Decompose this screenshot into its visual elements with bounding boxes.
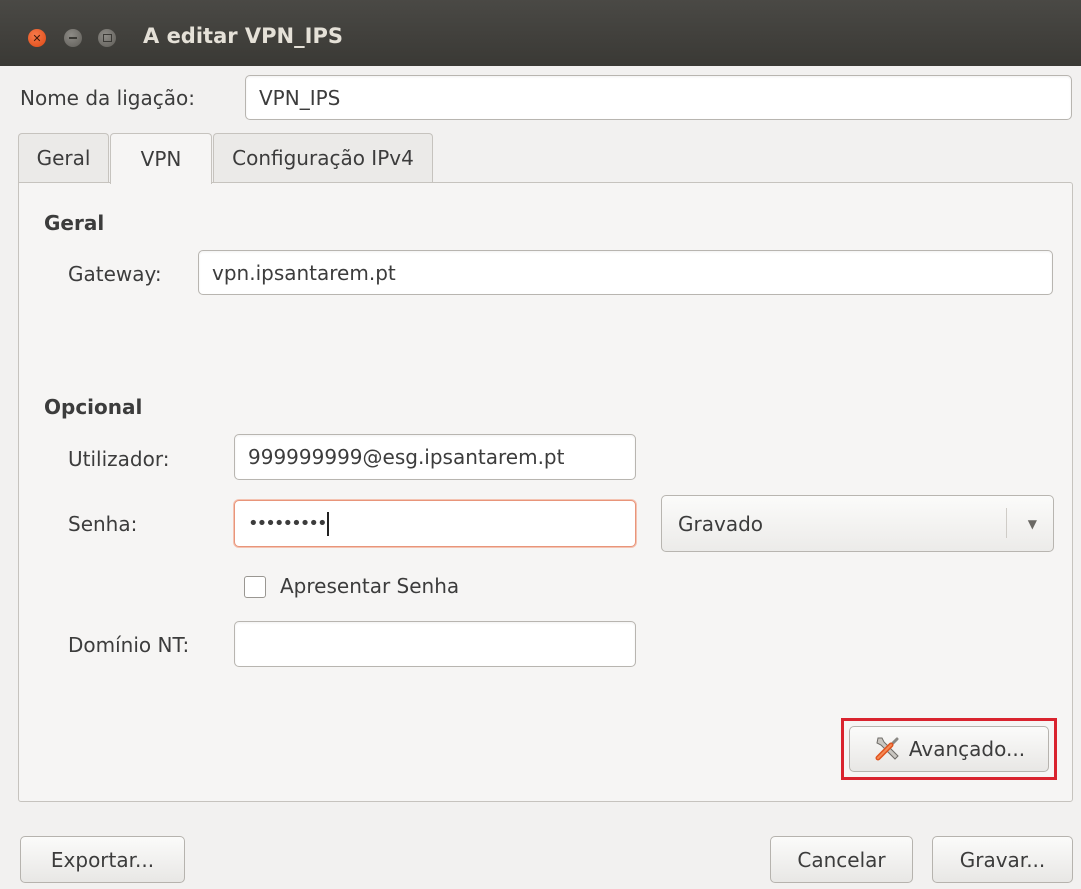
tab-geral[interactable]: Geral xyxy=(18,133,109,182)
connection-name-label: Nome da ligação: xyxy=(20,86,195,110)
connection-name-input[interactable]: VPN_IPS xyxy=(245,75,1072,120)
tab-ipv4-settings[interactable]: Configuração IPv4 xyxy=(213,133,433,182)
username-label: Utilizador: xyxy=(68,447,170,471)
general-heading: Geral xyxy=(44,211,105,235)
password-value: ••••••••• xyxy=(248,513,328,534)
minimize-icon xyxy=(69,37,77,39)
advanced-button[interactable]: Avançado... xyxy=(849,726,1049,772)
title-bar: ✕ A editar VPN_IPS xyxy=(0,0,1081,66)
close-icon: ✕ xyxy=(32,31,42,45)
tab-vpn[interactable]: VPN xyxy=(110,133,212,184)
nt-domain-label: Domínio NT: xyxy=(68,633,190,657)
gateway-value: vpn.ipsantarem.pt xyxy=(212,260,396,285)
text-caret xyxy=(326,511,329,536)
gateway-input[interactable]: vpn.ipsantarem.pt xyxy=(198,250,1053,295)
password-storage-value: Gravado xyxy=(678,511,763,536)
show-password-label[interactable]: Apresentar Senha xyxy=(280,574,459,598)
password-storage-dropdown[interactable]: Gravado ▼ xyxy=(661,495,1054,552)
password-input[interactable]: ••••••••• xyxy=(234,500,636,547)
window-title: A editar VPN_IPS xyxy=(143,24,343,48)
save-button[interactable]: Gravar... xyxy=(932,836,1073,883)
close-window-button[interactable]: ✕ xyxy=(28,29,46,47)
minimize-window-button[interactable] xyxy=(64,29,82,47)
gateway-label: Gateway: xyxy=(68,262,162,286)
chevron-down-icon: ▼ xyxy=(1027,517,1037,531)
show-password-checkbox[interactable] xyxy=(244,576,266,598)
maximize-window-button[interactable] xyxy=(98,29,116,47)
username-input[interactable]: 999999999@esg.ipsantarem.pt xyxy=(234,434,636,480)
password-label: Senha: xyxy=(68,512,138,536)
connection-name-value: VPN_IPS xyxy=(259,85,341,110)
advanced-button-label: Avançado... xyxy=(908,737,1026,761)
username-value: 999999999@esg.ipsantarem.pt xyxy=(248,445,565,469)
tools-icon xyxy=(873,735,901,763)
export-button[interactable]: Exportar... xyxy=(20,836,185,883)
nt-domain-input[interactable] xyxy=(234,621,636,667)
optional-heading: Opcional xyxy=(44,395,143,419)
dropdown-separator xyxy=(1006,508,1007,538)
maximize-icon xyxy=(102,34,112,42)
cancel-button[interactable]: Cancelar xyxy=(770,836,913,883)
